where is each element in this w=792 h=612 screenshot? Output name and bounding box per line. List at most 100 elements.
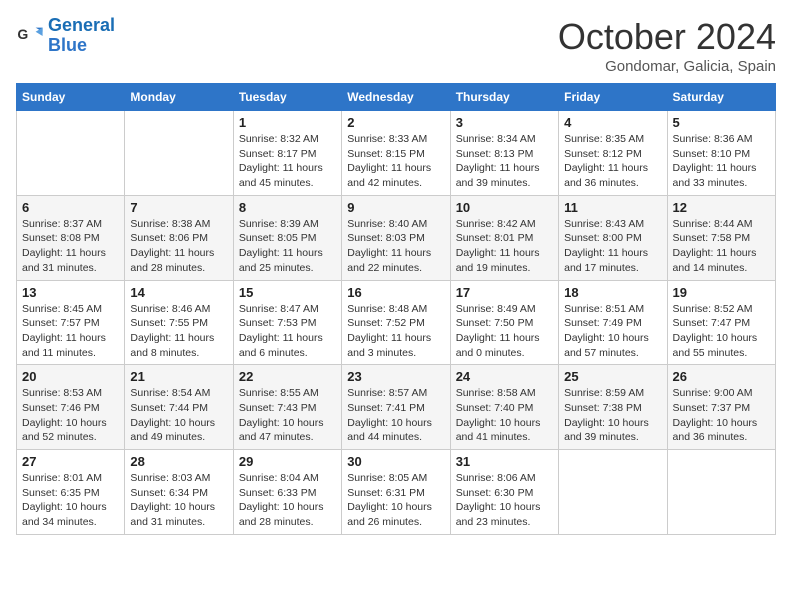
day-info: Sunrise: 8:43 AM Sunset: 8:00 PM Dayligh… xyxy=(564,217,661,276)
day-number: 25 xyxy=(564,369,661,384)
day-cell: 6Sunrise: 8:37 AM Sunset: 8:08 PM Daylig… xyxy=(17,195,125,280)
day-info: Sunrise: 8:04 AM Sunset: 6:33 PM Dayligh… xyxy=(239,471,336,530)
day-cell: 30 Sunrise: 8:05 AM Sunset: 6:31 PM Dayli… xyxy=(342,450,450,535)
day-number: 14 xyxy=(130,285,227,300)
day-cell: 18Sunrise: 8:51 AM Sunset: 7:49 PM Dayli… xyxy=(559,280,667,365)
day-number: 27 xyxy=(22,454,119,469)
day-info: Sunrise: 8:49 AM Sunset: 7:50 PM Dayligh… xyxy=(456,302,553,361)
day-cell: 17 Sunrise: 8:49 AM Sunset: 7:50 PM Dayli… xyxy=(450,280,558,365)
day-info: Sunrise: 8:06 AM Sunset: 6:30 PM Dayligh… xyxy=(456,471,553,530)
day-info: Sunrise: 8:45 AM Sunset: 7:57 PM Dayligh… xyxy=(22,302,119,361)
day-info: Sunrise: 8:03 AM Sunset: 6:34 PM Dayligh… xyxy=(130,471,227,530)
day-number: 11 xyxy=(564,200,661,215)
day-info: Sunrise: 8:39 AM Sunset: 8:05 PM Dayligh… xyxy=(239,217,336,276)
day-number: 18 xyxy=(564,285,661,300)
day-info: Sunrise: 8:54 AM Sunset: 7:44 PM Dayligh… xyxy=(130,386,227,445)
day-cell: 10 Sunrise: 8:42 AM Sunset: 8:01 PM Dayli… xyxy=(450,195,558,280)
day-info: Sunrise: 8:36 AM Sunset: 8:10 PM Dayligh… xyxy=(673,132,770,191)
day-cell: 14 Sunrise: 8:46 AM Sunset: 7:55 PM Dayli… xyxy=(125,280,233,365)
day-number: 8 xyxy=(239,200,336,215)
day-info: Sunrise: 8:42 AM Sunset: 8:01 PM Dayligh… xyxy=(456,217,553,276)
week-row-2: 13 Sunrise: 8:45 AM Sunset: 7:57 PM Dayli… xyxy=(17,280,776,365)
day-number: 1 xyxy=(239,115,336,130)
day-info: Sunrise: 8:32 AM Sunset: 8:17 PM Dayligh… xyxy=(239,132,336,191)
header-row: SundayMondayTuesdayWednesdayThursdayFrid… xyxy=(17,84,776,111)
day-cell xyxy=(559,450,667,535)
logo-line2: Blue xyxy=(48,35,87,55)
day-cell: 8 Sunrise: 8:39 AM Sunset: 8:05 PM Daylig… xyxy=(233,195,341,280)
day-cell: 29 Sunrise: 8:04 AM Sunset: 6:33 PM Dayli… xyxy=(233,450,341,535)
day-cell: 25 Sunrise: 8:59 AM Sunset: 7:38 PM Dayli… xyxy=(559,365,667,450)
day-number: 29 xyxy=(239,454,336,469)
day-cell xyxy=(17,111,125,196)
day-cell xyxy=(667,450,775,535)
day-info: Sunrise: 8:37 AM Sunset: 8:08 PM Dayligh… xyxy=(22,217,119,276)
day-number: 13 xyxy=(22,285,119,300)
day-cell: 4 Sunrise: 8:35 AM Sunset: 8:12 PM Daylig… xyxy=(559,111,667,196)
title-block: October 2024 Gondomar, Galicia, Spain xyxy=(558,16,776,75)
day-info: Sunrise: 8:33 AM Sunset: 8:15 PM Dayligh… xyxy=(347,132,444,191)
day-info: Sunrise: 8:34 AM Sunset: 8:13 PM Dayligh… xyxy=(456,132,553,191)
calendar-table: SundayMondayTuesdayWednesdayThursdayFrid… xyxy=(16,83,776,535)
header-cell-monday: Monday xyxy=(125,84,233,111)
day-cell: 12Sunrise: 8:44 AM Sunset: 7:58 PM Dayli… xyxy=(667,195,775,280)
logo-icon: G xyxy=(16,22,44,50)
svg-text:G: G xyxy=(17,26,28,42)
month-title: October 2024 xyxy=(558,16,776,58)
logo: G General Blue xyxy=(16,16,115,56)
day-cell: 2 Sunrise: 8:33 AM Sunset: 8:15 PM Daylig… xyxy=(342,111,450,196)
week-row-4: 27Sunrise: 8:01 AM Sunset: 6:35 PM Dayli… xyxy=(17,450,776,535)
day-info: Sunrise: 8:47 AM Sunset: 7:53 PM Dayligh… xyxy=(239,302,336,361)
day-cell: 28Sunrise: 8:03 AM Sunset: 6:34 PM Dayli… xyxy=(125,450,233,535)
day-number: 19 xyxy=(673,285,770,300)
day-info: Sunrise: 8:53 AM Sunset: 7:46 PM Dayligh… xyxy=(22,386,119,445)
header-cell-saturday: Saturday xyxy=(667,84,775,111)
day-info: Sunrise: 8:05 AM Sunset: 6:31 PM Dayligh… xyxy=(347,471,444,530)
day-number: 30 xyxy=(347,454,444,469)
calendar-body: 1 Sunrise: 8:32 AM Sunset: 8:17 PM Daylig… xyxy=(17,111,776,535)
day-info: Sunrise: 8:59 AM Sunset: 7:38 PM Dayligh… xyxy=(564,386,661,445)
day-info: Sunrise: 8:35 AM Sunset: 8:12 PM Dayligh… xyxy=(564,132,661,191)
logo-line1: General xyxy=(48,15,115,35)
day-cell: 26Sunrise: 9:00 AM Sunset: 7:37 PM Dayli… xyxy=(667,365,775,450)
week-row-0: 1 Sunrise: 8:32 AM Sunset: 8:17 PM Daylig… xyxy=(17,111,776,196)
day-number: 22 xyxy=(239,369,336,384)
day-number: 23 xyxy=(347,369,444,384)
day-number: 15 xyxy=(239,285,336,300)
header-cell-tuesday: Tuesday xyxy=(233,84,341,111)
day-number: 7 xyxy=(130,200,227,215)
day-cell: 1 Sunrise: 8:32 AM Sunset: 8:17 PM Daylig… xyxy=(233,111,341,196)
day-cell: 20Sunrise: 8:53 AM Sunset: 7:46 PM Dayli… xyxy=(17,365,125,450)
day-cell: 21 Sunrise: 8:54 AM Sunset: 7:44 PM Dayli… xyxy=(125,365,233,450)
day-info: Sunrise: 8:44 AM Sunset: 7:58 PM Dayligh… xyxy=(673,217,770,276)
day-cell: 15 Sunrise: 8:47 AM Sunset: 7:53 PM Dayli… xyxy=(233,280,341,365)
day-number: 4 xyxy=(564,115,661,130)
day-info: Sunrise: 8:58 AM Sunset: 7:40 PM Dayligh… xyxy=(456,386,553,445)
day-info: Sunrise: 8:57 AM Sunset: 7:41 PM Dayligh… xyxy=(347,386,444,445)
day-number: 10 xyxy=(456,200,553,215)
page-header: G General Blue October 2024 Gondomar, Ga… xyxy=(16,16,776,75)
day-info: Sunrise: 8:40 AM Sunset: 8:03 PM Dayligh… xyxy=(347,217,444,276)
day-cell: 11 Sunrise: 8:43 AM Sunset: 8:00 PM Dayli… xyxy=(559,195,667,280)
day-info: Sunrise: 8:52 AM Sunset: 7:47 PM Dayligh… xyxy=(673,302,770,361)
day-cell: 9Sunrise: 8:40 AM Sunset: 8:03 PM Daylig… xyxy=(342,195,450,280)
day-number: 3 xyxy=(456,115,553,130)
day-number: 5 xyxy=(673,115,770,130)
day-number: 17 xyxy=(456,285,553,300)
header-cell-sunday: Sunday xyxy=(17,84,125,111)
header-cell-wednesday: Wednesday xyxy=(342,84,450,111)
day-info: Sunrise: 8:46 AM Sunset: 7:55 PM Dayligh… xyxy=(130,302,227,361)
day-cell: 13 Sunrise: 8:45 AM Sunset: 7:57 PM Dayli… xyxy=(17,280,125,365)
day-number: 24 xyxy=(456,369,553,384)
day-cell: 24 Sunrise: 8:58 AM Sunset: 7:40 PM Dayli… xyxy=(450,365,558,450)
day-info: Sunrise: 8:48 AM Sunset: 7:52 PM Dayligh… xyxy=(347,302,444,361)
day-cell: 19 Sunrise: 8:52 AM Sunset: 7:47 PM Dayli… xyxy=(667,280,775,365)
day-cell: 16 Sunrise: 8:48 AM Sunset: 7:52 PM Dayli… xyxy=(342,280,450,365)
week-row-1: 6Sunrise: 8:37 AM Sunset: 8:08 PM Daylig… xyxy=(17,195,776,280)
day-number: 2 xyxy=(347,115,444,130)
day-number: 26 xyxy=(673,369,770,384)
day-info: Sunrise: 8:38 AM Sunset: 8:06 PM Dayligh… xyxy=(130,217,227,276)
day-number: 21 xyxy=(130,369,227,384)
header-cell-friday: Friday xyxy=(559,84,667,111)
day-number: 16 xyxy=(347,285,444,300)
